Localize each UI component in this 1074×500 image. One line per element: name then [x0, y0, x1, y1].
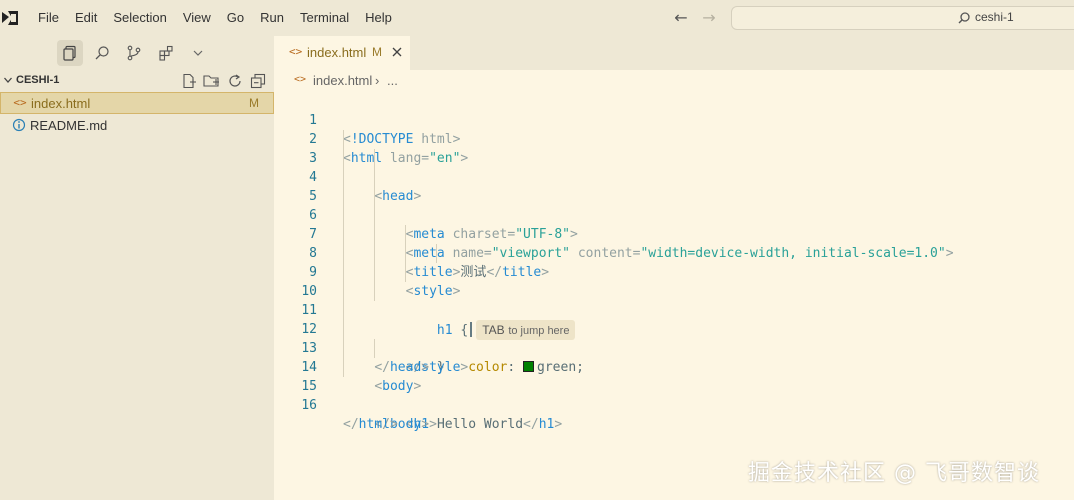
collapse-all-icon[interactable]	[249, 72, 267, 90]
explorer-title: CESHI-1	[16, 74, 60, 86]
git-status-badge: M	[249, 96, 259, 110]
indent-guide	[343, 187, 344, 206]
menu-terminal[interactable]: Terminal	[292, 0, 357, 36]
code-line: 7 <style>	[275, 206, 1074, 299]
file-name: index.html	[31, 95, 91, 111]
indent-guide	[374, 339, 375, 358]
menu-help[interactable]: Help	[357, 0, 400, 36]
file-name: README.md	[30, 117, 108, 133]
code-line: 11 </style>	[275, 282, 1074, 375]
nav-arrows: ← →	[672, 9, 718, 27]
breadcrumb-separator: ›	[375, 73, 380, 88]
code-line: 16 </html>	[275, 377, 1074, 432]
line-content: </html>	[343, 417, 398, 432]
new-folder-icon[interactable]	[203, 72, 221, 90]
indent-guide	[374, 149, 375, 168]
code-line: 6 <title>测试</title>	[275, 187, 1074, 280]
menu-file[interactable]: File	[30, 0, 67, 36]
indent-guide	[343, 244, 344, 263]
menu-bar: File Edit Selection View Go Run Terminal…	[30, 0, 400, 36]
watermark: 掘金技术社区 @ 飞哥数智谈	[748, 461, 1040, 486]
explorer-header[interactable]: CESHI-1	[0, 70, 274, 92]
back-arrow-icon[interactable]: ←	[672, 9, 690, 27]
indent-guide	[405, 225, 406, 244]
explorer-icon[interactable]	[57, 40, 83, 66]
search-icon	[958, 12, 970, 24]
title-bar: File Edit Selection View Go Run Terminal…	[0, 0, 1074, 36]
git-status-badge: M	[372, 45, 382, 59]
indent-guide	[343, 282, 344, 301]
html-file-icon: <>	[13, 96, 27, 109]
code-line: 2 <html lang="en">	[275, 111, 1074, 166]
indent-guide	[374, 282, 375, 301]
indent-guide	[343, 301, 344, 320]
code-line: 9 color: green;	[275, 244, 1074, 375]
indent-guide	[374, 225, 375, 244]
code-line: 13 <body>	[275, 320, 1074, 394]
code-line: 1 <!DOCTYPE html>	[275, 92, 1074, 147]
code-line: 10 }	[275, 263, 1074, 375]
indent-guide	[405, 263, 406, 282]
breadcrumb-file[interactable]: index.html	[313, 73, 372, 88]
line-number: 16	[301, 398, 317, 413]
code-line: 14 <h1>Hello World</h1>	[275, 339, 1074, 432]
refresh-icon[interactable]	[226, 72, 244, 90]
tab-label: index.html	[307, 45, 367, 60]
code-line: 4 <meta charset="UTF-8">	[275, 149, 1074, 242]
forward-arrow-icon[interactable]: →	[700, 9, 718, 27]
menu-selection[interactable]: Selection	[105, 0, 174, 36]
html-file-icon: <>	[289, 45, 303, 58]
menu-go[interactable]: Go	[219, 0, 252, 36]
code-line: 8 h1 {TAB to jump here	[275, 225, 1074, 340]
code-line: 5 <meta name="viewport" content="width=d…	[275, 168, 1074, 261]
close-icon[interactable]	[390, 45, 404, 59]
activity-bar	[0, 36, 274, 70]
info-icon	[12, 118, 26, 132]
indent-guide	[343, 263, 344, 282]
indent-guide	[343, 358, 344, 377]
menu-view[interactable]: View	[175, 0, 219, 36]
code-line: 12 </head>	[275, 301, 1074, 375]
extensions-icon[interactable]	[153, 40, 179, 66]
app-logo-icon	[2, 11, 18, 25]
explorer-actions	[180, 72, 267, 90]
search-icon[interactable]	[89, 40, 115, 66]
indent-guide	[343, 149, 344, 168]
indent-guide	[343, 339, 344, 358]
indent-guide	[405, 244, 406, 263]
code-editor[interactable]: 1 <!DOCTYPE html> 2 <html lang="en"> 3 <…	[275, 92, 1074, 432]
chevron-down-icon[interactable]	[185, 40, 211, 66]
sidebar: CESHI-1 <> index.html M README.md	[0, 36, 274, 500]
menu-run[interactable]: Run	[252, 0, 292, 36]
html-file-icon: <>	[294, 74, 307, 85]
source-control-icon[interactable]	[121, 40, 147, 66]
file-item-index-html[interactable]: <> index.html M	[0, 92, 274, 114]
new-file-icon[interactable]	[180, 72, 198, 90]
indent-guide	[374, 244, 375, 263]
code-line: 15 </body>	[275, 358, 1074, 432]
breadcrumb-symbols[interactable]: ...	[387, 73, 398, 88]
editor-tab-bar: <> index.html M	[275, 36, 1074, 70]
indent-guide	[343, 225, 344, 244]
indent-guide	[343, 130, 344, 149]
indent-guide	[343, 168, 344, 187]
file-item-readme-md[interactable]: README.md	[0, 114, 274, 136]
indent-guide	[343, 320, 344, 339]
indent-guide	[343, 206, 344, 225]
tab-index-html[interactable]: <> index.html M	[275, 36, 410, 70]
indent-guide	[374, 263, 375, 282]
command-center[interactable]: ceshi-1	[731, 6, 1074, 30]
indent-guide	[374, 206, 375, 225]
indent-guide	[374, 168, 375, 187]
command-center-label: ceshi-1	[975, 10, 1014, 24]
indent-guide	[374, 187, 375, 206]
chevron-down-icon[interactable]	[3, 75, 13, 85]
code-line: 3 <head>	[275, 130, 1074, 204]
indent-guide	[436, 244, 437, 263]
menu-edit[interactable]: Edit	[67, 0, 105, 36]
